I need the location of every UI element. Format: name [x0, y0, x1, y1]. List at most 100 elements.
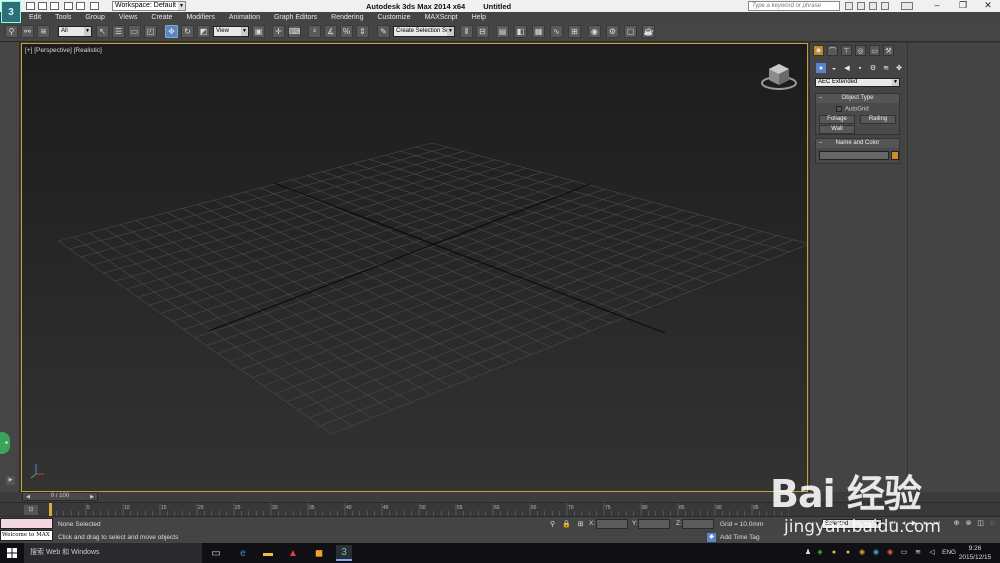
- current-frame-marker[interactable]: [49, 503, 52, 517]
- modify-tab-icon[interactable]: ⌒: [827, 45, 838, 56]
- select-and-rotate-icon[interactable]: ↻: [181, 25, 194, 38]
- isolate-selection-icon[interactable]: ⚲: [548, 520, 557, 529]
- favorites-icon[interactable]: [869, 2, 877, 10]
- mini-curve-editor-icon[interactable]: ⊡: [24, 505, 38, 515]
- create-tab-icon[interactable]: ✹: [813, 45, 824, 56]
- object-category-select[interactable]: AEC Extended ▼: [815, 78, 900, 87]
- menu-customize[interactable]: Customize: [370, 14, 417, 21]
- scene-explorer-icon[interactable]: ▤: [496, 25, 509, 38]
- new-file-icon[interactable]: [26, 2, 35, 10]
- railing-button[interactable]: Railing: [860, 115, 896, 124]
- edge-browser-icon[interactable]: e: [235, 545, 251, 561]
- motion-tab-icon[interactable]: ◎: [855, 45, 866, 56]
- 3ds-max-task-icon[interactable]: 3: [336, 545, 352, 561]
- align-icon[interactable]: ⊟: [476, 25, 489, 38]
- named-selection-select[interactable]: Create Selection Se ▼: [393, 26, 455, 37]
- help-search-input[interactable]: Type a keyword or phrase: [748, 1, 840, 11]
- viewcube-icon[interactable]: [761, 64, 797, 90]
- select-and-link-icon[interactable]: ⚲: [5, 25, 18, 38]
- open-file-icon[interactable]: [38, 2, 47, 10]
- tray-network-icon[interactable]: ≋: [914, 548, 922, 557]
- menu-rendering[interactable]: Rendering: [324, 14, 370, 21]
- zoom-all-icon[interactable]: ⊗: [964, 519, 973, 528]
- chevron-left-icon[interactable]: ◀: [24, 494, 32, 501]
- selection-filter-select[interactable]: All ▼: [58, 26, 92, 37]
- foliage-button[interactable]: Foliage: [819, 115, 855, 124]
- minimize-button[interactable]: –: [924, 0, 950, 12]
- maximize-viewport-icon[interactable]: ◫: [976, 519, 985, 528]
- material-editor-icon[interactable]: ◉: [588, 25, 601, 38]
- time-slider-handle[interactable]: ◀ 0 / 100 ▶: [22, 492, 98, 501]
- name-and-color-header[interactable]: – Name and Color: [816, 139, 899, 148]
- tray-app-icon[interactable]: ◉: [872, 548, 880, 557]
- systems-icon[interactable]: ✤: [894, 63, 904, 73]
- undo-icon[interactable]: [64, 2, 73, 10]
- maxscript-output[interactable]: Welcome to MAX: [0, 530, 53, 541]
- media-player-icon[interactable]: ◼: [311, 545, 327, 561]
- bind-to-space-warp-icon[interactable]: ≋: [37, 25, 50, 38]
- help-icon[interactable]: [901, 2, 913, 10]
- go-to-start-icon[interactable]: ⏮: [888, 519, 897, 528]
- x-coord-input[interactable]: [596, 519, 628, 529]
- graphite-ribbon-icon[interactable]: ▦: [532, 25, 545, 38]
- next-frame-icon[interactable]: ▸: [921, 519, 930, 528]
- wall-button[interactable]: Wall: [819, 125, 855, 134]
- previous-frame-icon[interactable]: ◂: [899, 519, 908, 528]
- chevron-right-icon[interactable]: ▶: [88, 494, 96, 501]
- curve-editor-icon[interactable]: ∿: [550, 25, 563, 38]
- app-logo-icon[interactable]: 3: [1, 1, 21, 23]
- start-button[interactable]: [0, 543, 24, 563]
- angle-snap-icon[interactable]: ∡: [324, 25, 337, 38]
- geometry-icon[interactable]: ●: [816, 63, 826, 73]
- object-type-header[interactable]: – Object Type: [816, 94, 899, 103]
- menu-modifiers[interactable]: Modifiers: [179, 14, 221, 21]
- cameras-icon[interactable]: ▪: [855, 63, 865, 73]
- play-icon[interactable]: ▶: [910, 519, 919, 528]
- menu-edit[interactable]: Edit: [22, 14, 48, 21]
- tray-app-icon[interactable]: ◉: [858, 548, 866, 557]
- key-filter-select[interactable]: Selected ▼: [822, 519, 882, 529]
- reference-coordinate-select[interactable]: View ▼: [213, 26, 249, 37]
- time-slider[interactable]: ◀ 0 / 100 ▶: [0, 492, 1000, 502]
- autogrid-checkbox[interactable]: AutoGrid: [836, 106, 869, 113]
- selection-lock-icon[interactable]: 🔒: [562, 520, 571, 529]
- keyboard-shortcut-override-icon[interactable]: ⌨: [288, 25, 301, 38]
- render-production-icon[interactable]: ☕: [642, 25, 655, 38]
- select-object-icon[interactable]: ↖: [96, 25, 109, 38]
- layer-manager-icon[interactable]: ◧: [514, 25, 527, 38]
- lights-icon[interactable]: ◀: [842, 63, 852, 73]
- render-frame-icon[interactable]: ▢: [624, 25, 637, 38]
- file-explorer-icon[interactable]: ▬: [260, 545, 276, 561]
- menu-create[interactable]: Create: [144, 14, 179, 21]
- orbit-icon[interactable]: ◌: [988, 519, 997, 528]
- exchange-icon[interactable]: [881, 2, 889, 10]
- shapes-icon[interactable]: ◒: [829, 63, 839, 73]
- maxscript-listener-input[interactable]: [0, 518, 53, 529]
- object-color-swatch[interactable]: [891, 151, 899, 160]
- utilities-tab-icon[interactable]: ⚒: [883, 45, 894, 56]
- menu-group[interactable]: Group: [78, 14, 111, 21]
- save-file-icon[interactable]: [50, 2, 59, 10]
- mirror-icon[interactable]: ⫴: [460, 25, 473, 38]
- edit-named-selection-icon[interactable]: ✎: [377, 25, 390, 38]
- tray-user-icon[interactable]: ♟: [804, 548, 812, 557]
- schematic-view-icon[interactable]: ⊞: [568, 25, 581, 38]
- percent-snap-icon[interactable]: %: [340, 25, 353, 38]
- tray-volume-icon[interactable]: ◁: [928, 548, 936, 557]
- menu-tools[interactable]: Tools: [48, 14, 78, 21]
- render-setup-icon[interactable]: ⚙: [606, 25, 619, 38]
- taskbar-search-input[interactable]: 搜索 Web 和 Windows: [24, 543, 202, 563]
- space-warps-icon[interactable]: ≋: [881, 63, 891, 73]
- menu-help[interactable]: Help: [465, 14, 493, 21]
- display-tab-icon[interactable]: ▭: [869, 45, 880, 56]
- viewport-label[interactable]: [+] [Perspective] [Realistic]: [25, 47, 102, 54]
- track-bar[interactable]: ⊡ 5 10 15 20 25 30 35 40 45 50 55 60 65 70 75 80 85 90 95: [0, 502, 1000, 517]
- menu-views[interactable]: Views: [112, 14, 145, 21]
- tray-shield-icon[interactable]: ◈: [816, 548, 824, 557]
- absolute-mode-icon[interactable]: ⊞: [576, 520, 585, 529]
- maximize-button[interactable]: ❐: [950, 0, 976, 12]
- workspace-select[interactable]: Workspace: Default ▼: [112, 1, 186, 11]
- project-folder-icon[interactable]: [90, 2, 99, 10]
- input-language[interactable]: ENG: [942, 549, 956, 556]
- time-tag-icon[interactable]: ◆: [707, 533, 716, 542]
